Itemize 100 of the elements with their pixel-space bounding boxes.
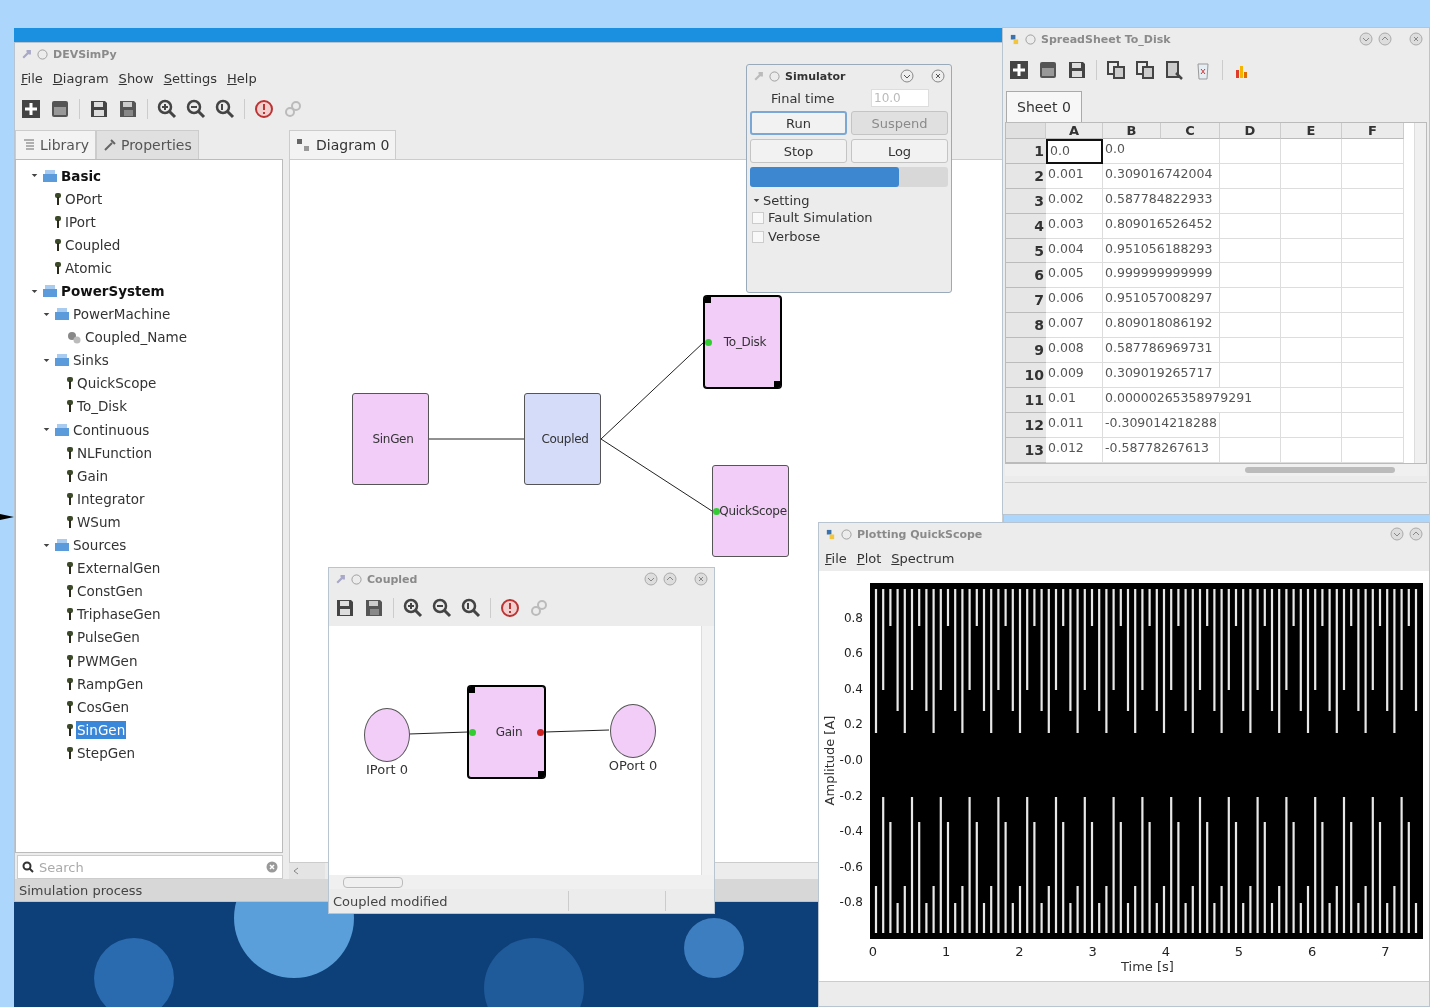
scrollbar[interactable]: [1414, 123, 1426, 463]
panel-tab[interactable]: Library: [15, 130, 96, 159]
zoom-fit-icon[interactable]: [461, 598, 481, 618]
tree-item[interactable]: PulseGen: [76, 628, 141, 647]
tree-item[interactable]: Sources: [72, 536, 128, 555]
menu-item[interactable]: Plot: [856, 550, 882, 566]
menu-item[interactable]: File: [21, 70, 43, 86]
tree-item[interactable]: OPort: [64, 189, 104, 208]
scrollbar[interactable]: [289, 863, 325, 879]
add-icon[interactable]: [21, 99, 41, 119]
tree-item[interactable]: Sinks: [72, 351, 110, 370]
model-block[interactable]: To_Disk: [704, 296, 781, 388]
chevron-icon[interactable]: [43, 426, 50, 434]
scrollbar-thumb[interactable]: [1245, 466, 1395, 473]
find-icon[interactable]: [1164, 60, 1184, 80]
row-header[interactable]: 12: [1006, 412, 1046, 438]
minimize-icon[interactable]: [1390, 527, 1404, 541]
connector-line[interactable]: [408, 731, 469, 735]
tree-item[interactable]: PWMGen: [76, 651, 139, 670]
zoom-in-icon[interactable]: [403, 598, 423, 618]
scrollbar-thumb[interactable]: [343, 877, 403, 888]
minimize-icon[interactable]: [900, 69, 914, 83]
menu-item[interactable]: Settings: [163, 70, 218, 86]
alert-icon[interactable]: [254, 99, 274, 119]
maximize-icon[interactable]: [663, 572, 677, 586]
row-header[interactable]: 11: [1006, 387, 1046, 413]
port-node[interactable]: [364, 708, 410, 762]
tree-item[interactable]: StepGen: [76, 743, 137, 762]
row-header[interactable]: 2: [1006, 163, 1046, 189]
scrollbar[interactable]: [329, 875, 714, 889]
clear-icon[interactable]: [266, 861, 278, 873]
caret-icon[interactable]: [753, 197, 760, 204]
tree-item[interactable]: To_Disk: [76, 397, 128, 416]
row-header[interactable]: 7: [1006, 288, 1046, 314]
panel-tab[interactable]: Properties: [95, 130, 199, 159]
sim-button[interactable]: Run: [750, 111, 847, 135]
tree-item[interactable]: TriphaseGen: [76, 605, 162, 624]
row-header[interactable]: 1: [1006, 139, 1046, 164]
tree-item[interactable]: Atomic: [64, 258, 113, 277]
row-header[interactable]: 9: [1006, 338, 1046, 363]
scrollbar[interactable]: [701, 626, 714, 875]
save-icon[interactable]: [1067, 60, 1087, 80]
tree-item[interactable]: ConstGen: [76, 582, 144, 601]
chevron-icon[interactable]: [43, 356, 50, 364]
chevron-icon[interactable]: [31, 287, 38, 295]
sim-button[interactable]: Stop: [750, 139, 847, 163]
alert-icon[interactable]: [500, 598, 520, 618]
row-header[interactable]: 5: [1006, 238, 1046, 264]
tree-item[interactable]: SinGen: [76, 720, 127, 739]
save-icon[interactable]: [335, 598, 355, 618]
tree-item[interactable]: PowerMachine: [72, 305, 172, 324]
tree-item[interactable]: Coupled_Name: [84, 328, 188, 347]
paste-icon[interactable]: [1135, 60, 1155, 80]
maximize-icon[interactable]: [1409, 527, 1423, 541]
row-header[interactable]: 3: [1006, 188, 1046, 214]
column-header[interactable]: E: [1281, 123, 1342, 139]
minimize-icon[interactable]: [644, 572, 658, 586]
save-as-icon[interactable]: [118, 99, 138, 119]
column-header[interactable]: B: [1103, 123, 1161, 139]
copy-icon[interactable]: [1106, 60, 1126, 80]
close-icon[interactable]: [931, 69, 945, 83]
save-icon[interactable]: [89, 99, 109, 119]
chevron-icon[interactable]: [43, 541, 50, 549]
tree-item[interactable]: IPort: [64, 212, 97, 231]
zoom-in-icon[interactable]: [157, 99, 177, 119]
row-header[interactable]: 13: [1006, 437, 1046, 463]
column-header[interactable]: A: [1046, 123, 1103, 139]
menu-item[interactable]: Diagram: [52, 70, 109, 86]
tree-item[interactable]: Integrator: [76, 489, 146, 508]
column-header[interactable]: C: [1161, 123, 1220, 139]
maximize-icon[interactable]: [1378, 32, 1392, 46]
tree-item[interactable]: WSum: [76, 512, 122, 531]
checkbox[interactable]: [752, 211, 764, 224]
column-header[interactable]: D: [1220, 123, 1281, 139]
tree-item[interactable]: RampGen: [76, 674, 145, 693]
close-icon[interactable]: [1409, 32, 1423, 46]
section-label[interactable]: Setting: [763, 193, 810, 208]
sim-button[interactable]: Log: [851, 139, 948, 163]
tree-item[interactable]: CosGen: [76, 697, 131, 716]
port-node[interactable]: [610, 704, 656, 758]
row-header[interactable]: 6: [1006, 263, 1046, 289]
tree-item[interactable]: Coupled: [64, 235, 122, 254]
chevron-icon[interactable]: [31, 172, 38, 180]
model-block[interactable]: Coupled: [524, 393, 601, 485]
column-header[interactable]: F: [1342, 123, 1404, 139]
add-icon[interactable]: [1009, 60, 1029, 80]
row-header[interactable]: 8: [1006, 313, 1046, 339]
tree-item[interactable]: ExternalGen: [76, 559, 162, 578]
minimize-icon[interactable]: [1359, 32, 1373, 46]
close-icon[interactable]: [694, 572, 708, 586]
chevron-icon[interactable]: [43, 310, 50, 318]
menu-item[interactable]: Spectrum: [891, 550, 955, 566]
sheet-tab[interactable]: Sheet 0: [1006, 91, 1082, 122]
zoom-out-icon[interactable]: [432, 598, 452, 618]
open-icon[interactable]: [50, 99, 70, 119]
connector-line[interactable]: [544, 729, 610, 733]
menu-item[interactable]: Help: [227, 70, 257, 86]
row-header[interactable]: 4: [1006, 213, 1046, 239]
tree-item[interactable]: NLFunction: [76, 443, 154, 462]
menu-item[interactable]: File: [825, 550, 847, 566]
